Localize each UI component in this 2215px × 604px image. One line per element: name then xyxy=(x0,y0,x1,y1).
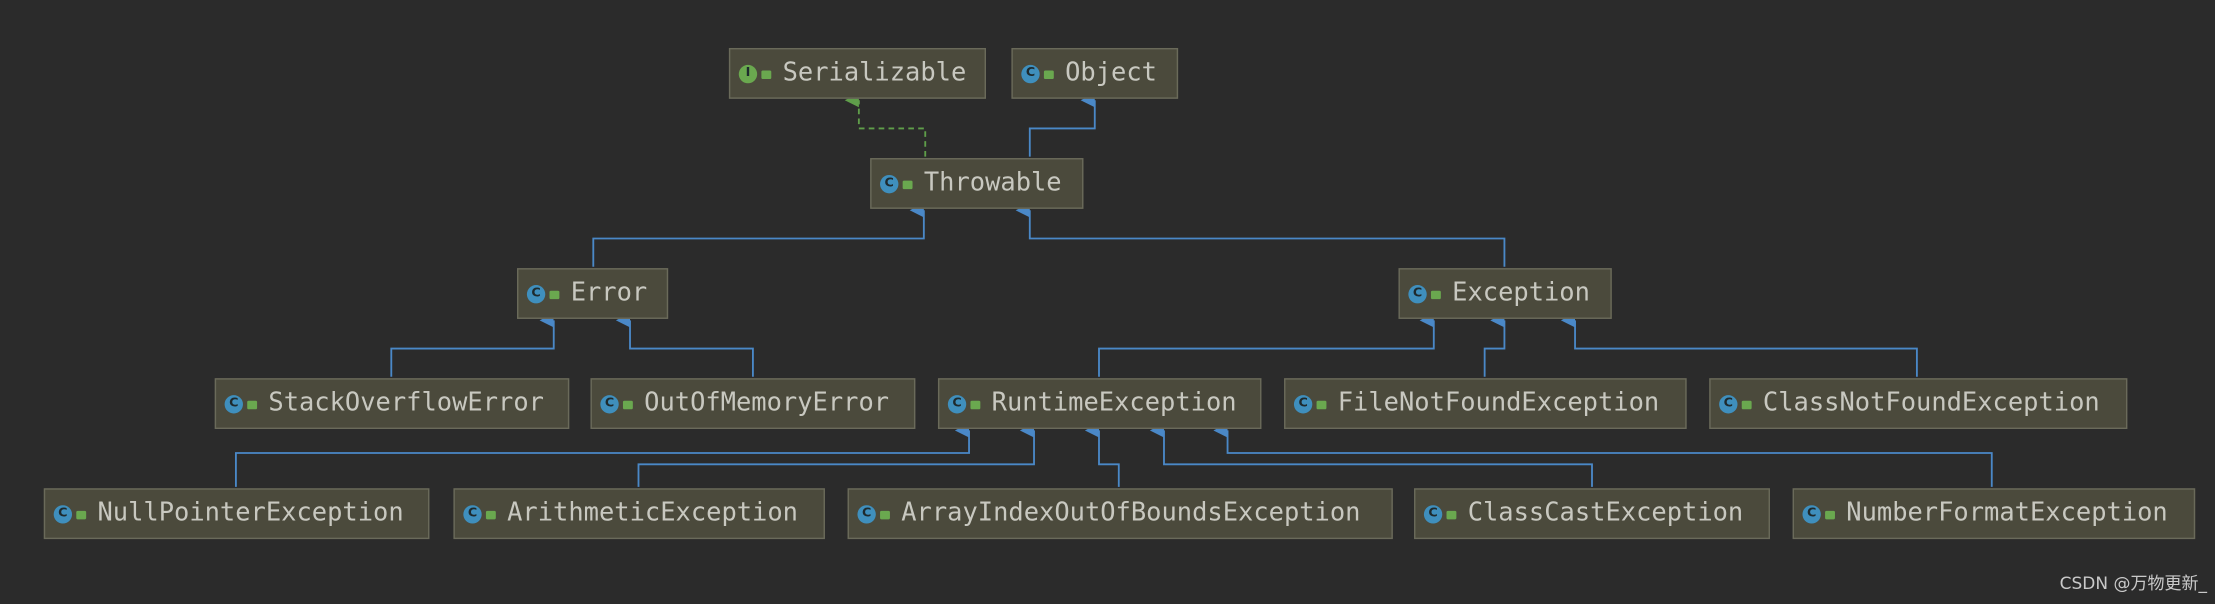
node-filenotfoundexception[interactable]: C FileNotFoundException xyxy=(1284,378,1687,430)
node-label: RuntimeException xyxy=(991,388,1237,418)
node-stackoverflowerror[interactable]: C StackOverflowError xyxy=(214,378,570,430)
visibility-icon xyxy=(761,70,772,80)
node-classcastexception[interactable]: C ClassCastException xyxy=(1414,488,1770,540)
edge-nullpointer-runtime xyxy=(234,423,970,487)
visibility-icon xyxy=(970,400,981,410)
class-icon: C xyxy=(1408,284,1427,303)
edge-outofmemory-error xyxy=(615,313,754,377)
class-icon: C xyxy=(1021,64,1040,83)
node-arithmeticexception[interactable]: C ArithmeticException xyxy=(453,488,825,540)
node-exception[interactable]: C Exception xyxy=(1398,268,1612,319)
edge-throwable-object xyxy=(1028,93,1096,157)
visibility-icon xyxy=(1043,70,1054,80)
node-outofmemoryerror[interactable]: C OutOfMemoryError xyxy=(590,378,916,430)
node-label: FileNotFoundException xyxy=(1337,388,1660,418)
edge-throwable-serializable xyxy=(844,93,927,157)
visibility-icon xyxy=(1316,400,1327,410)
class-hierarchy-diagram: I Serializable C Object C Throwable C Error … xyxy=(0,0,2215,604)
class-icon: C xyxy=(526,284,546,303)
interface-icon: I xyxy=(738,64,758,83)
class-icon: C xyxy=(947,394,967,413)
class-icon: C xyxy=(1802,504,1821,523)
node-label: Exception xyxy=(1452,278,1590,308)
node-serializable[interactable]: I Serializable xyxy=(728,47,986,99)
class-icon: C xyxy=(1423,504,1443,523)
visibility-icon xyxy=(1825,510,1835,520)
class-icon: C xyxy=(53,504,73,523)
node-label: Throwable xyxy=(923,167,1062,198)
edge-runtime-exception xyxy=(1098,313,1435,377)
visibility-icon xyxy=(76,510,87,520)
node-label: ClassNotFoundException xyxy=(1762,388,2100,418)
edge-arrayindex-runtime xyxy=(1084,423,1120,487)
edge-filenotfound-exception xyxy=(1483,313,1506,377)
node-numberformatexception[interactable]: C NumberFormatException xyxy=(1792,488,2196,540)
visibility-icon xyxy=(902,180,913,190)
node-label: NumberFormatException xyxy=(1846,498,2168,528)
node-label: Object xyxy=(1065,57,1157,88)
node-nullpointerexception[interactable]: C NullPointerException xyxy=(43,488,430,540)
node-label: ArithmeticException xyxy=(507,498,798,528)
node-label: Serializable xyxy=(782,57,967,88)
class-icon: C xyxy=(1293,394,1313,413)
node-label: OutOfMemoryError xyxy=(644,388,890,418)
class-icon: C xyxy=(880,174,899,193)
watermark: CSDN @万物更新_ xyxy=(2059,574,2207,594)
node-throwable[interactable]: C Throwable xyxy=(870,158,1084,209)
edge-arithmetic-runtime xyxy=(637,423,1035,487)
node-label: NullPointerException xyxy=(97,498,404,528)
node-error[interactable]: C Error xyxy=(517,268,669,319)
node-label: Error xyxy=(570,278,648,308)
edge-stackoverflow-error xyxy=(390,313,555,377)
visibility-icon xyxy=(247,400,258,410)
node-classnotfoundexception[interactable]: C ClassNotFoundException xyxy=(1709,378,2128,430)
visibility-icon xyxy=(485,510,496,520)
visibility-icon xyxy=(880,510,890,520)
node-label: ClassCastException xyxy=(1467,498,1744,528)
edge-numberformat-runtime xyxy=(1213,423,1993,487)
node-label: StackOverflowError xyxy=(268,388,544,418)
class-icon: C xyxy=(224,394,243,413)
edge-exception-throwable xyxy=(1015,203,1506,267)
visibility-icon xyxy=(549,290,560,300)
visibility-icon xyxy=(622,400,633,410)
class-icon: C xyxy=(463,504,482,523)
edge-error-throwable xyxy=(592,203,925,267)
visibility-icon xyxy=(1430,290,1441,300)
node-object[interactable]: C Object xyxy=(1011,47,1179,99)
class-icon: C xyxy=(1719,394,1738,413)
class-icon: C xyxy=(600,394,619,413)
class-icon: C xyxy=(857,504,876,523)
edge-classnotfound-exception xyxy=(1560,313,1918,377)
node-runtimeexception[interactable]: C RuntimeException xyxy=(937,378,1262,430)
node-label: ArrayIndexOutOfBoundsException xyxy=(901,498,1361,528)
visibility-icon xyxy=(1741,400,1752,410)
node-arrayindexoutofboundsexception[interactable]: C ArrayIndexOutOfBoundsException xyxy=(847,488,1393,540)
visibility-icon xyxy=(1446,510,1457,520)
